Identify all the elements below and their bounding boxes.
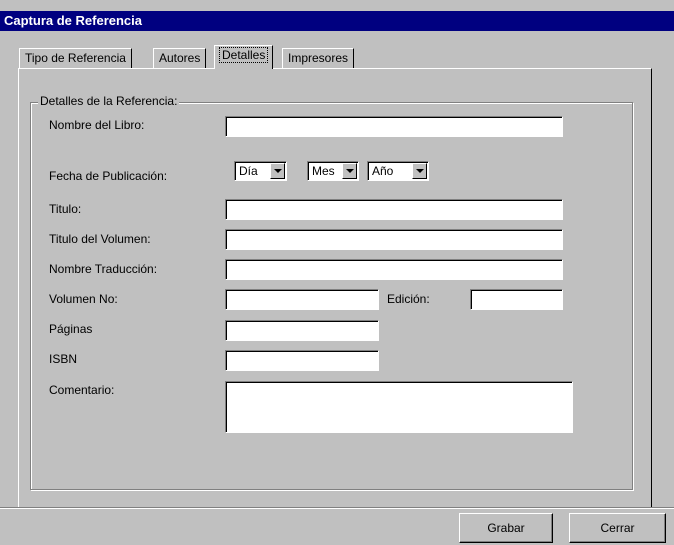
tab-label: Impresores <box>288 51 349 65</box>
nombre-traduccion-label: Nombre Traducción: <box>49 262 158 276</box>
dia-select-value: Día <box>239 164 258 178</box>
tab-label: Detalles <box>218 47 269 63</box>
footer-divider <box>0 507 674 509</box>
edicion-input[interactable] <box>470 289 563 310</box>
chevron-down-icon[interactable] <box>270 163 285 179</box>
isbn-input[interactable] <box>225 350 379 371</box>
nombre-libro-label: Nombre del Libro: <box>49 118 145 132</box>
chevron-down-icon[interactable] <box>412 163 427 179</box>
anio-select[interactable]: Año <box>367 161 429 181</box>
cerrar-button[interactable]: Cerrar <box>569 513 666 543</box>
tab-label: Autores <box>159 51 201 65</box>
paginas-input[interactable] <box>225 320 379 341</box>
volumen-no-input[interactable] <box>225 289 379 310</box>
isbn-label: ISBN <box>49 352 78 366</box>
nombre-libro-input[interactable] <box>225 116 563 137</box>
dia-select[interactable]: Día <box>234 161 287 181</box>
titulo-label: Titulo: <box>49 202 82 216</box>
titulo-volumen-label: Titulo del Volumen: <box>49 232 151 246</box>
edicion-label: Edición: <box>387 292 430 306</box>
titulo-input[interactable] <box>225 199 563 220</box>
fecha-publicacion-label: Fecha de Publicación: <box>49 169 168 183</box>
chevron-down-icon[interactable] <box>342 163 357 179</box>
comentario-textarea[interactable] <box>225 381 573 433</box>
anio-select-value: Año <box>372 164 394 178</box>
grabar-button[interactable]: Grabar <box>459 513 553 543</box>
window-title: Captura de Referencia <box>0 11 674 31</box>
comentario-label: Comentario: <box>49 383 115 397</box>
app-window: Captura de Referencia Tipo de Referencia… <box>0 0 674 545</box>
nombre-traduccion-input[interactable] <box>225 259 563 280</box>
tab-autores[interactable]: Autores <box>153 48 207 68</box>
group-legend: Detalles de la Referencia: <box>38 94 180 108</box>
tab-label: Tipo de Referencia <box>25 51 126 65</box>
tab-detalles[interactable]: Detalles <box>214 45 274 69</box>
tab-tipo-de-referencia[interactable]: Tipo de Referencia <box>19 48 132 68</box>
volumen-no-label: Volumen No: <box>49 292 118 306</box>
mes-select-value: Mes <box>312 164 335 178</box>
paginas-label: Páginas <box>49 322 93 336</box>
tab-impresores[interactable]: Impresores <box>282 48 355 68</box>
titulo-volumen-input[interactable] <box>225 229 563 250</box>
mes-select[interactable]: Mes <box>307 161 359 181</box>
